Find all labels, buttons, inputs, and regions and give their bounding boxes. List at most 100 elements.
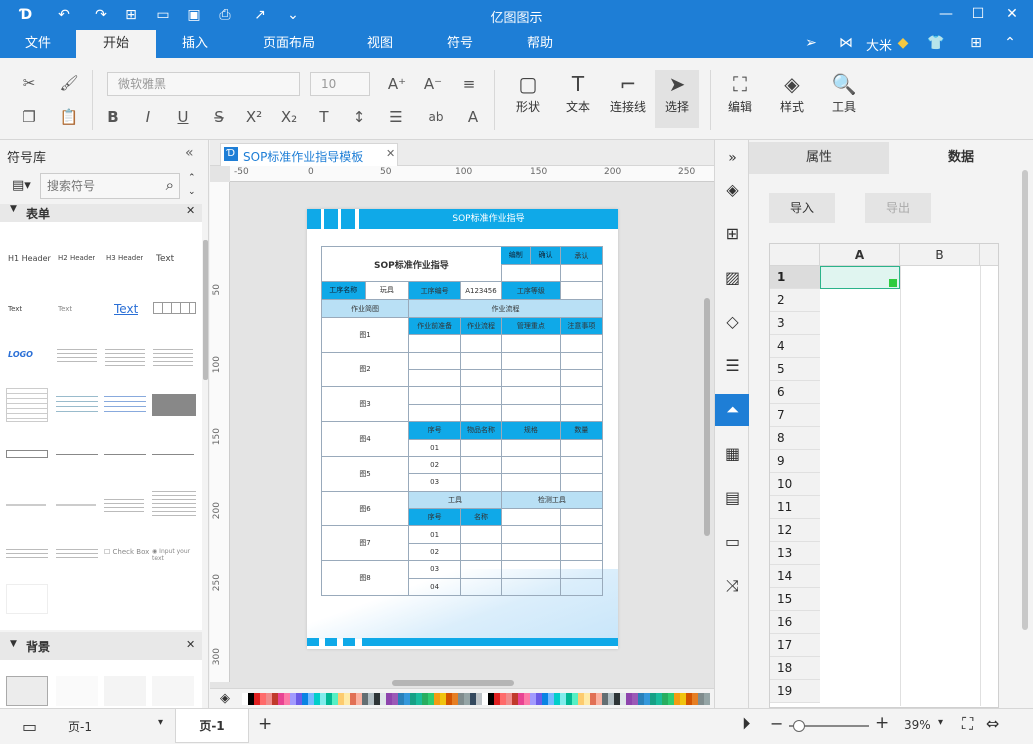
symbol-signature2[interactable] bbox=[56, 504, 96, 506]
symbol-h2-header[interactable]: H2 Header bbox=[58, 254, 95, 262]
superscript-icon[interactable]: X² bbox=[243, 106, 265, 128]
sop-table[interactable]: SOP标准作业指导 编制 确认 承认 工序名称 玩具 工序编号 A123456 工序… bbox=[320, 245, 604, 597]
table-cell[interactable] bbox=[460, 560, 502, 579]
fill-color-icon[interactable]: ◈ bbox=[220, 691, 230, 706]
symbol-input-box[interactable] bbox=[6, 450, 48, 458]
symbol-radio[interactable]: ◉ Input your text bbox=[152, 548, 202, 562]
tab-properties[interactable]: 属性 bbox=[749, 142, 889, 174]
tab-insert[interactable]: 插入 bbox=[170, 30, 220, 58]
table-cell[interactable] bbox=[500, 455, 561, 475]
table-cell[interactable] bbox=[500, 577, 561, 597]
tab-symbol[interactable]: 符号 bbox=[438, 30, 482, 58]
table-cell[interactable] bbox=[500, 560, 561, 579]
fill-icon[interactable]: ◈ bbox=[715, 174, 750, 206]
table-cell[interactable] bbox=[460, 403, 502, 423]
symbol-name-block[interactable] bbox=[56, 546, 98, 560]
widget-icon[interactable]: ▤ bbox=[715, 482, 750, 514]
symbol-table[interactable] bbox=[153, 302, 196, 314]
selected-cell[interactable] bbox=[820, 266, 900, 289]
table-cell[interactable] bbox=[500, 508, 561, 527]
symbol-input-line2[interactable] bbox=[104, 454, 146, 455]
symbol-form-grey[interactable] bbox=[152, 394, 196, 416]
drawing-page[interactable]: SOP标准作业指导 SOP标准作业指导 编制 确认 承认 工序名称 玩具 工序编号 … bbox=[307, 209, 618, 649]
data-grid[interactable]: A B 1 2 3 4 5 6 7 8 9 10 11 12 13 14 15 16 17 18 19 bbox=[769, 243, 999, 708]
symbol-form-lines[interactable] bbox=[56, 392, 98, 412]
table-cell[interactable] bbox=[408, 386, 462, 405]
bg-swatch-grey[interactable] bbox=[6, 676, 48, 706]
symbol-input-line[interactable] bbox=[56, 454, 98, 455]
row-header[interactable]: 15 bbox=[770, 588, 820, 611]
grid-icon[interactable]: ⊞ bbox=[715, 218, 750, 250]
symbol-form-blue[interactable] bbox=[104, 392, 146, 412]
table-cell[interactable] bbox=[408, 351, 462, 370]
row-header[interactable]: 14 bbox=[770, 565, 820, 588]
table-cell[interactable] bbox=[500, 351, 561, 370]
shuffle-icon[interactable]: ⤨ bbox=[715, 570, 750, 602]
symbol-checkbox[interactable]: ☐ Check Box bbox=[104, 548, 149, 556]
symbol-h1-header[interactable]: H1 Header bbox=[8, 254, 51, 263]
fit-page-icon[interactable]: ⛶ bbox=[962, 714, 973, 734]
table-cell[interactable] bbox=[559, 386, 604, 405]
text-style-icon[interactable]: T bbox=[313, 106, 335, 128]
table-cell[interactable] bbox=[559, 542, 604, 562]
scroll-down-button[interactable]: ⌄ bbox=[188, 187, 196, 197]
symbol-text-link[interactable]: Text bbox=[114, 302, 138, 316]
table-cell[interactable] bbox=[460, 473, 502, 492]
table-cell[interactable] bbox=[559, 455, 604, 475]
data-panel-scrollbar[interactable] bbox=[1022, 170, 1028, 630]
table-cell[interactable] bbox=[460, 577, 502, 597]
slides-icon[interactable]: ▭ bbox=[715, 526, 750, 558]
fit-width-icon[interactable]: ⇔ bbox=[986, 714, 999, 733]
tab-file[interactable]: 文件 bbox=[14, 30, 62, 58]
table-cell[interactable] bbox=[500, 403, 561, 423]
column-header-b[interactable]: B bbox=[900, 244, 980, 266]
library-menu-icon[interactable]: ▤▾ bbox=[12, 178, 31, 193]
table-cell[interactable] bbox=[460, 525, 502, 544]
table-cell[interactable] bbox=[460, 368, 502, 388]
apps-grid-icon[interactable]: ⊞ bbox=[966, 33, 986, 53]
underline-icon[interactable]: U bbox=[172, 106, 194, 128]
bg-swatch-pattern[interactable] bbox=[104, 676, 146, 706]
symbol-phone-block[interactable] bbox=[6, 546, 48, 560]
add-page-icon[interactable]: + bbox=[258, 714, 272, 734]
table-cell[interactable] bbox=[500, 334, 561, 353]
table-cell[interactable] bbox=[500, 438, 561, 457]
send-icon[interactable]: ➢ bbox=[801, 33, 821, 53]
row-header[interactable]: 17 bbox=[770, 634, 820, 657]
tab-view[interactable]: 视图 bbox=[358, 30, 402, 58]
expand-panel-icon[interactable]: » bbox=[715, 142, 750, 174]
increase-font-icon[interactable]: A⁺ bbox=[386, 73, 408, 95]
collapse-panel-icon[interactable]: « bbox=[185, 145, 194, 161]
connector-tool[interactable]: ⌐ 连接线 bbox=[606, 70, 650, 115]
vertical-scrollbar[interactable] bbox=[704, 298, 710, 536]
table-cell[interactable] bbox=[500, 525, 561, 544]
symbol-text-block2[interactable] bbox=[152, 488, 196, 518]
format-painter-icon[interactable]: 🖌 bbox=[58, 72, 80, 94]
row-header[interactable]: 3 bbox=[770, 312, 820, 335]
table-cell[interactable] bbox=[408, 334, 462, 353]
row-header[interactable]: 6 bbox=[770, 381, 820, 404]
search-icon[interactable]: ⌕ bbox=[166, 176, 174, 194]
row-header[interactable]: 10 bbox=[770, 473, 820, 496]
close-tab-icon[interactable]: ✕ bbox=[386, 147, 395, 160]
section-close-icon[interactable]: ✕ bbox=[186, 204, 195, 217]
fill-handle[interactable] bbox=[889, 279, 897, 287]
symbol-text-small[interactable]: Text bbox=[8, 305, 22, 313]
subscript-icon[interactable]: X₂ bbox=[278, 106, 300, 128]
image-icon[interactable]: ▨ bbox=[715, 262, 750, 294]
search-box[interactable]: ⌕ bbox=[40, 173, 180, 199]
table-cell[interactable] bbox=[559, 281, 604, 301]
document-tab[interactable]: Ɗ SOP标准作业指导模板 ✕ bbox=[220, 143, 398, 166]
chart-data-icon[interactable]: ⏶ bbox=[715, 394, 750, 426]
symbol-h3-header[interactable]: H3 Header bbox=[106, 254, 143, 262]
table-cell[interactable] bbox=[460, 334, 502, 353]
table-cell[interactable] bbox=[559, 473, 604, 492]
page-dropdown[interactable]: 页-1 bbox=[68, 718, 92, 735]
symbol-address-block[interactable] bbox=[105, 346, 145, 368]
tab-help[interactable]: 帮助 bbox=[518, 30, 562, 58]
symbol-text[interactable]: Text bbox=[156, 254, 174, 264]
color-swatch[interactable] bbox=[704, 693, 710, 705]
zoom-dropdown-icon[interactable]: ▾ bbox=[938, 717, 943, 728]
page-tab[interactable]: 页-1 bbox=[175, 709, 249, 743]
layers-icon[interactable]: ◇ bbox=[715, 306, 750, 338]
